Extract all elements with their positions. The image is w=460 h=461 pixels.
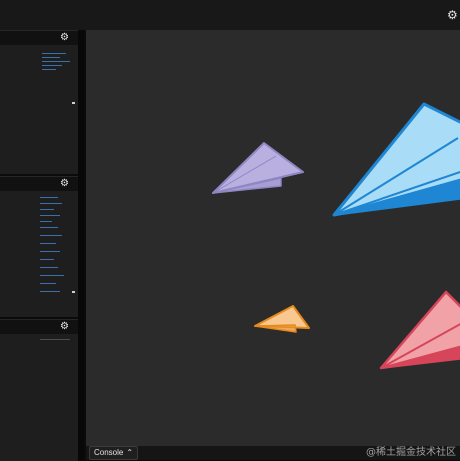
code-line	[40, 209, 54, 210]
gear-icon[interactable]: ⚙	[60, 179, 70, 189]
console-bar: Console ⌃ @稀土掘金技术社区	[86, 446, 460, 460]
code-line	[40, 291, 60, 292]
code-line	[40, 197, 58, 198]
planes-svg	[212, 102, 460, 370]
code-line	[40, 227, 58, 228]
gear-icon[interactable]: ⚙	[447, 9, 459, 21]
panel-3: ⚙	[0, 319, 78, 461]
panel-3-body	[0, 334, 78, 461]
gear-icon[interactable]: ⚙	[60, 322, 70, 332]
orange-plane	[254, 305, 310, 333]
code-line	[42, 61, 70, 62]
sidebar: ⚙ ⚙ ⚙	[0, 30, 84, 461]
panel-2-header: ⚙	[0, 177, 78, 191]
watermark: @稀土掘金技术社区	[366, 447, 456, 458]
code-line	[40, 339, 70, 340]
code-line	[40, 251, 60, 252]
chevron-up-icon: ⌃	[126, 448, 134, 457]
code-line	[42, 57, 60, 58]
code-line	[40, 267, 58, 268]
console-label: Console	[94, 448, 124, 457]
scrollbar-thumb[interactable]	[72, 102, 75, 104]
panel-1-body	[0, 45, 78, 174]
panel-1-header: ⚙	[0, 31, 78, 45]
code-line	[42, 65, 62, 66]
blue-plane	[332, 102, 460, 217]
preview-canvas[interactable]	[86, 30, 460, 446]
gear-icon[interactable]: ⚙	[60, 33, 70, 43]
console-button[interactable]: Console ⌃	[89, 446, 139, 460]
code-line	[40, 243, 56, 244]
code-line	[42, 69, 56, 70]
code-line	[42, 53, 66, 54]
panel-2: ⚙	[0, 176, 78, 317]
code-line	[40, 283, 56, 284]
purple-plane	[212, 142, 304, 194]
code-line	[40, 275, 64, 276]
red-plane	[379, 290, 460, 370]
code-line	[40, 235, 62, 236]
panel-1: ⚙	[0, 30, 78, 174]
code-line	[40, 215, 60, 216]
code-line	[40, 221, 52, 222]
top-bar: ⚙	[0, 0, 460, 30]
panel-2-body	[0, 191, 78, 317]
sidebar-divider	[78, 30, 84, 460]
scrollbar-thumb[interactable]	[72, 291, 75, 293]
code-line	[40, 259, 54, 260]
panel-3-header: ⚙	[0, 320, 78, 334]
code-line	[40, 203, 62, 204]
